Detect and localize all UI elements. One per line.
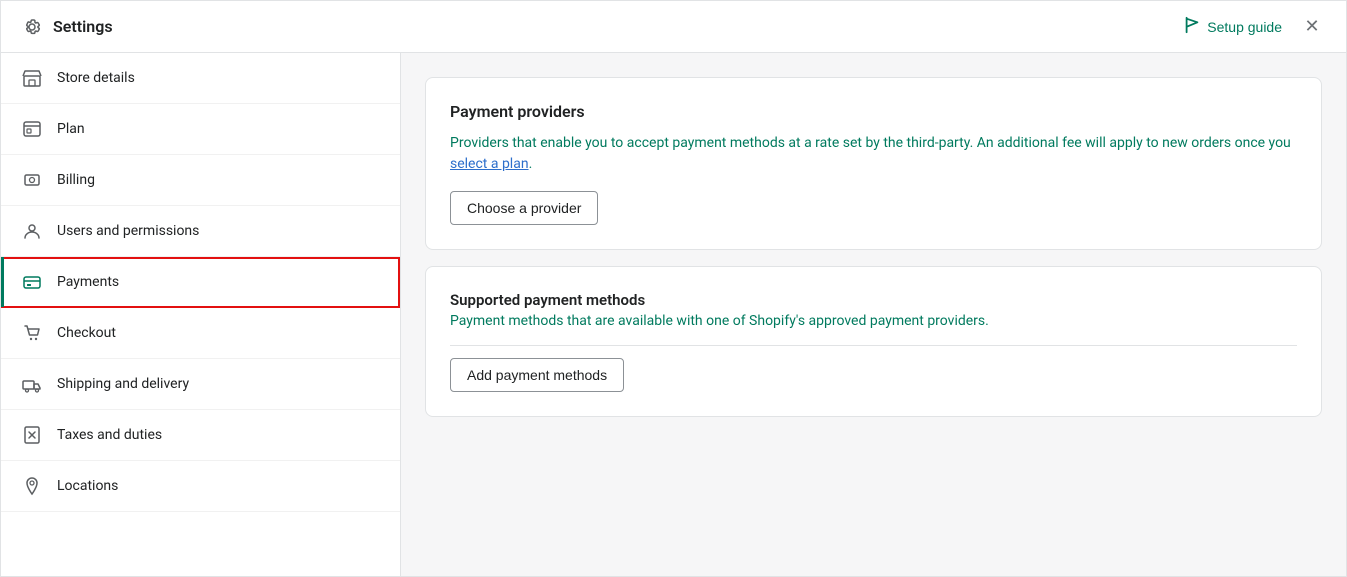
sidebar-item-shipping-delivery[interactable]: Shipping and delivery bbox=[1, 359, 400, 410]
sidebar-label-plan: Plan bbox=[57, 121, 85, 137]
taxes-icon bbox=[21, 424, 43, 446]
sidebar-label-taxes-duties: Taxes and duties bbox=[57, 427, 162, 443]
shipping-icon bbox=[21, 373, 43, 395]
sidebar-label-locations: Locations bbox=[57, 478, 118, 494]
plan-icon bbox=[21, 118, 43, 140]
sidebar-label-billing: Billing bbox=[57, 172, 95, 188]
sidebar-item-locations[interactable]: Locations bbox=[1, 461, 400, 512]
sidebar-item-taxes-duties[interactable]: Taxes and duties bbox=[1, 410, 400, 461]
sidebar-label-store-details: Store details bbox=[57, 70, 135, 86]
content-area: Payment providers Providers that enable … bbox=[401, 53, 1346, 576]
add-payment-methods-label: Add payment methods bbox=[467, 367, 607, 383]
sidebar-item-payments[interactable]: Payments bbox=[1, 257, 400, 308]
users-icon bbox=[21, 220, 43, 242]
top-bar: Settings Setup guide ✕ bbox=[1, 1, 1346, 53]
sidebar-label-checkout: Checkout bbox=[57, 325, 116, 341]
main-content: Store details Plan bbox=[1, 53, 1346, 576]
supported-section: Supported payment methods Payment method… bbox=[450, 291, 1297, 392]
payment-providers-title: Payment providers bbox=[450, 102, 1297, 121]
payment-providers-desc-text: Providers that enable you to accept paym… bbox=[450, 135, 1291, 151]
supported-payment-methods-card: Supported payment methods Payment method… bbox=[425, 266, 1322, 417]
sidebar-item-billing[interactable]: Billing bbox=[1, 155, 400, 206]
add-payment-methods-container: Add payment methods bbox=[450, 358, 1297, 392]
payment-providers-card: Payment providers Providers that enable … bbox=[425, 77, 1322, 250]
close-button[interactable]: ✕ bbox=[1298, 13, 1326, 41]
sidebar-item-store-details[interactable]: Store details bbox=[1, 53, 400, 104]
payment-providers-desc-end: . bbox=[529, 156, 533, 172]
setup-guide-button[interactable]: Setup guide bbox=[1183, 16, 1282, 37]
store-icon bbox=[21, 67, 43, 89]
setup-guide-label: Setup guide bbox=[1207, 19, 1282, 35]
close-icon: ✕ bbox=[1304, 16, 1319, 37]
flag-icon bbox=[1183, 16, 1201, 37]
add-payment-methods-button[interactable]: Add payment methods bbox=[450, 358, 624, 392]
sidebar: Store details Plan bbox=[1, 53, 401, 576]
sidebar-label-payments: Payments bbox=[57, 274, 119, 290]
payment-providers-description: Providers that enable you to accept paym… bbox=[450, 133, 1297, 175]
billing-icon bbox=[21, 169, 43, 191]
payments-icon bbox=[21, 271, 43, 293]
page-title: Settings bbox=[53, 17, 113, 36]
sidebar-item-checkout[interactable]: Checkout bbox=[1, 308, 400, 359]
sidebar-label-shipping-delivery: Shipping and delivery bbox=[57, 376, 189, 392]
checkout-icon bbox=[21, 322, 43, 344]
app-window: Settings Setup guide ✕ bbox=[0, 0, 1347, 577]
supported-payment-methods-description: Payment methods that are available with … bbox=[450, 313, 1297, 329]
sidebar-item-plan[interactable]: Plan bbox=[1, 104, 400, 155]
choose-provider-button[interactable]: Choose a provider bbox=[450, 191, 598, 225]
top-bar-right: Setup guide ✕ bbox=[1183, 13, 1326, 41]
select-plan-link[interactable]: select a plan bbox=[450, 156, 529, 172]
supported-payment-methods-title: Supported payment methods bbox=[450, 291, 1297, 309]
locations-icon bbox=[21, 475, 43, 497]
supported-header: Supported payment methods Payment method… bbox=[450, 291, 1297, 346]
settings-gear-icon bbox=[21, 16, 43, 38]
choose-provider-label: Choose a provider bbox=[467, 200, 581, 216]
sidebar-label-users-permissions: Users and permissions bbox=[57, 223, 199, 239]
sidebar-item-users-permissions[interactable]: Users and permissions bbox=[1, 206, 400, 257]
top-bar-left: Settings bbox=[21, 16, 113, 38]
